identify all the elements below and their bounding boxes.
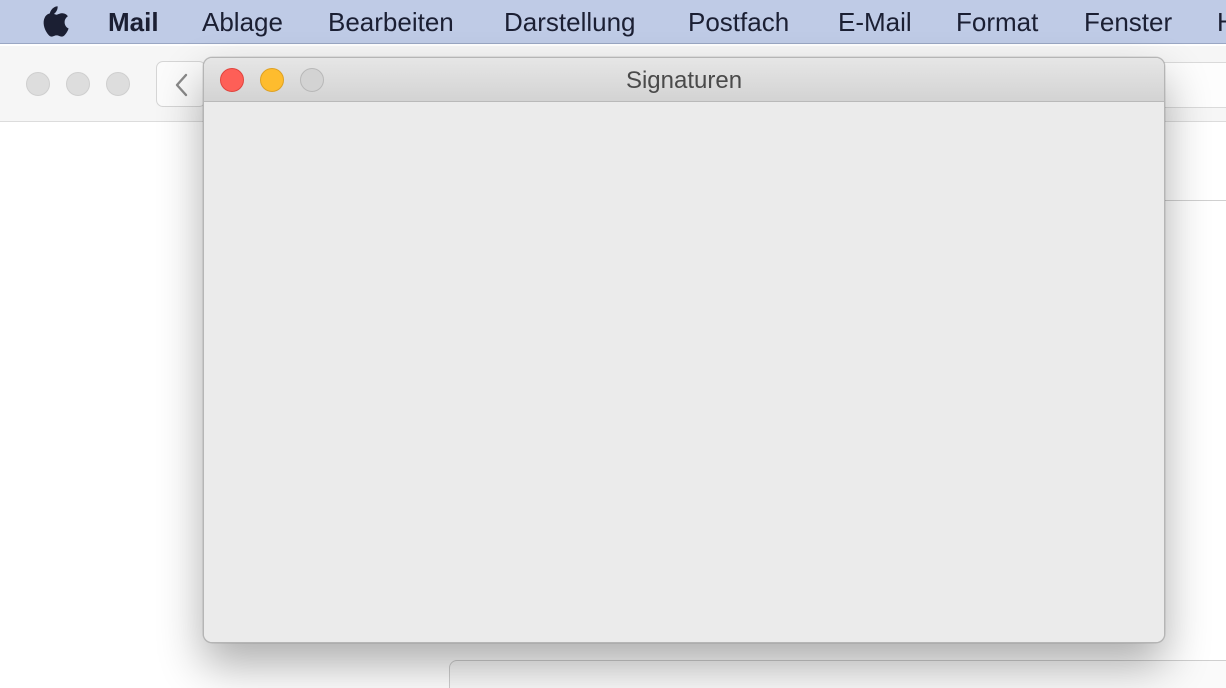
menu-app-mail[interactable]: Mail bbox=[108, 0, 159, 43]
menu-format[interactable]: Format bbox=[956, 0, 1038, 43]
menu-fenster[interactable]: Fenster bbox=[1084, 0, 1172, 43]
menu-darstellung[interactable]: Darstellung bbox=[504, 0, 636, 43]
message-pane[interactable] bbox=[449, 660, 1226, 688]
menu-hilfe-truncated[interactable]: H bbox=[1217, 0, 1226, 43]
window-zoom-button-inactive[interactable] bbox=[106, 72, 130, 96]
apple-logo-icon[interactable] bbox=[40, 5, 70, 37]
menu-postfach[interactable]: Postfach bbox=[688, 0, 789, 43]
signatures-titlebar[interactable]: Signaturen bbox=[204, 58, 1164, 102]
minimize-button[interactable] bbox=[260, 68, 284, 92]
menu-email[interactable]: E-Mail bbox=[838, 0, 912, 43]
window-minimize-button-inactive[interactable] bbox=[66, 72, 90, 96]
menu-bar: Mail Ablage Bearbeiten Darstellung Postf… bbox=[0, 0, 1226, 44]
back-button[interactable] bbox=[156, 61, 206, 107]
menu-bearbeiten[interactable]: Bearbeiten bbox=[328, 0, 454, 43]
window-close-button-inactive[interactable] bbox=[26, 72, 50, 96]
window-title: Signaturen bbox=[625, 67, 743, 94]
signatures-window: Signaturen bbox=[203, 57, 1165, 643]
signatures-content-area bbox=[204, 102, 1164, 642]
close-button[interactable] bbox=[220, 68, 244, 92]
zoom-button bbox=[300, 68, 324, 92]
chevron-left-icon bbox=[175, 73, 188, 97]
menu-ablage[interactable]: Ablage bbox=[202, 0, 283, 43]
